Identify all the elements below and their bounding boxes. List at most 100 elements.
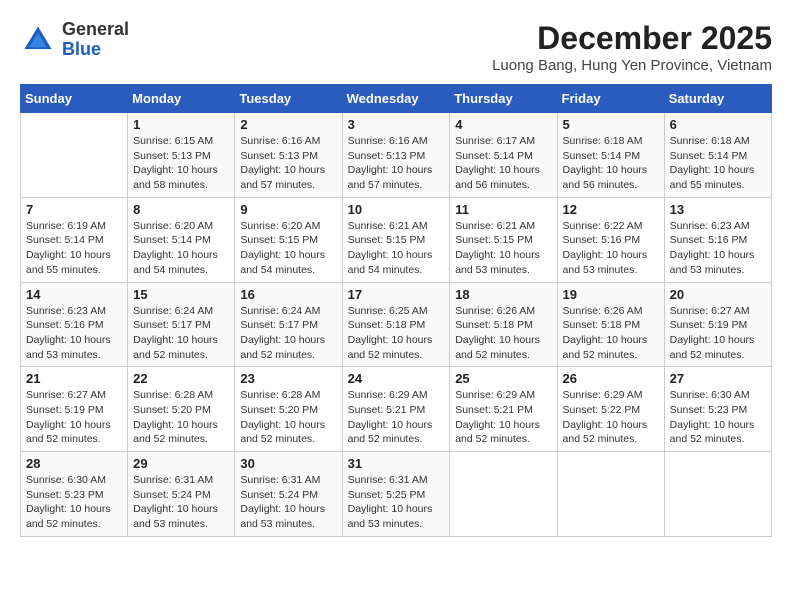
calendar-cell: 18 Sunrise: 6:26 AMSunset: 5:18 PMDayligh…: [450, 282, 557, 367]
calendar-week-4: 21Sunrise: 6:27 AMSunset: 5:19 PMDayligh…: [21, 367, 772, 452]
day-number: 27: [670, 371, 766, 386]
day-info: Sunrise: 6:28 AMSunset: 5:20 PMDaylight:…: [240, 388, 336, 447]
calendar-cell: 9 Sunrise: 6:20 AMSunset: 5:15 PMDaylight…: [235, 197, 342, 282]
day-info: Sunrise: 6:17 AMSunset: 5:14 PMDaylight:…: [455, 134, 551, 193]
day-info: Sunrise: 6:26 AMSunset: 5:18 PMDaylight:…: [455, 304, 551, 363]
calendar-cell: 2 Sunrise: 6:16 AMSunset: 5:13 PMDaylight…: [235, 113, 342, 198]
day-info: Sunrise: 6:24 AMSunset: 5:17 PMDaylight:…: [240, 304, 336, 363]
calendar-week-1: 1 Sunrise: 6:15 AMSunset: 5:13 PMDaylight…: [21, 113, 772, 198]
title-section: December 2025 Luong Bang, Hung Yen Provi…: [492, 20, 772, 74]
day-info: Sunrise: 6:20 AMSunset: 5:14 PMDaylight:…: [133, 219, 229, 278]
day-info: Sunrise: 6:16 AMSunset: 5:13 PMDaylight:…: [240, 134, 336, 193]
calendar-cell: 31 Sunrise: 6:31 AMSunset: 5:25 PMDayligh…: [342, 452, 450, 537]
calendar-cell: 19Sunrise: 6:26 AMSunset: 5:18 PMDayligh…: [557, 282, 664, 367]
calendar-cell: 21Sunrise: 6:27 AMSunset: 5:19 PMDayligh…: [21, 367, 128, 452]
calendar-cell: 12 Sunrise: 6:22 AMSunset: 5:16 PMDayligh…: [557, 197, 664, 282]
calendar-cell: 10 Sunrise: 6:21 AMSunset: 5:15 PMDayligh…: [342, 197, 450, 282]
calendar-cell: 13 Sunrise: 6:23 AMSunset: 5:16 PMDayligh…: [664, 197, 771, 282]
day-number: 16: [240, 287, 336, 302]
day-number: 4: [455, 117, 551, 132]
calendar-cell: 1 Sunrise: 6:15 AMSunset: 5:13 PMDaylight…: [128, 113, 235, 198]
day-number: 8: [133, 202, 229, 217]
calendar-cell: 5Sunrise: 6:18 AMSunset: 5:14 PMDaylight…: [557, 113, 664, 198]
day-number: 2: [240, 117, 336, 132]
day-number: 28: [26, 456, 122, 471]
calendar-cell: 7 Sunrise: 6:19 AMSunset: 5:14 PMDaylight…: [21, 197, 128, 282]
day-info: Sunrise: 6:29 AMSunset: 5:21 PMDaylight:…: [348, 388, 445, 447]
logo: General Blue: [20, 20, 129, 60]
calendar-cell: 14Sunrise: 6:23 AMSunset: 5:16 PMDayligh…: [21, 282, 128, 367]
day-number: 24: [348, 371, 445, 386]
day-number: 1: [133, 117, 229, 132]
day-info: Sunrise: 6:25 AMSunset: 5:18 PMDaylight:…: [348, 304, 445, 363]
calendar-cell: 15 Sunrise: 6:24 AMSunset: 5:17 PMDayligh…: [128, 282, 235, 367]
day-number: 11: [455, 202, 551, 217]
day-info: Sunrise: 6:24 AMSunset: 5:17 PMDaylight:…: [133, 304, 229, 363]
calendar-header: SundayMondayTuesdayWednesdayThursdayFrid…: [21, 85, 772, 113]
day-info: Sunrise: 6:16 AMSunset: 5:13 PMDaylight:…: [348, 134, 445, 193]
calendar-cell: 17 Sunrise: 6:25 AMSunset: 5:18 PMDayligh…: [342, 282, 450, 367]
calendar-cell: 16 Sunrise: 6:24 AMSunset: 5:17 PMDayligh…: [235, 282, 342, 367]
page-header: General Blue December 2025 Luong Bang, H…: [20, 20, 772, 74]
calendar-table: SundayMondayTuesdayWednesdayThursdayFrid…: [20, 84, 772, 537]
calendar-week-2: 7 Sunrise: 6:19 AMSunset: 5:14 PMDaylight…: [21, 197, 772, 282]
day-number: 3: [348, 117, 445, 132]
calendar-week-5: 28 Sunrise: 6:30 AMSunset: 5:23 PMDayligh…: [21, 452, 772, 537]
calendar-cell: [664, 452, 771, 537]
day-info: Sunrise: 6:31 AMSunset: 5:25 PMDaylight:…: [348, 473, 445, 532]
day-info: Sunrise: 6:20 AMSunset: 5:15 PMDaylight:…: [240, 219, 336, 278]
day-number: 7: [26, 202, 122, 217]
column-header-monday: Monday: [128, 85, 235, 113]
day-info: Sunrise: 6:18 AMSunset: 5:14 PMDaylight:…: [563, 134, 659, 193]
day-number: 26: [563, 371, 659, 386]
day-number: 18: [455, 287, 551, 302]
calendar-cell: 25Sunrise: 6:29 AMSunset: 5:21 PMDayligh…: [450, 367, 557, 452]
day-number: 15: [133, 287, 229, 302]
column-header-saturday: Saturday: [664, 85, 771, 113]
calendar-week-3: 14Sunrise: 6:23 AMSunset: 5:16 PMDayligh…: [21, 282, 772, 367]
day-info: Sunrise: 6:15 AMSunset: 5:13 PMDaylight:…: [133, 134, 229, 193]
day-number: 12: [563, 202, 659, 217]
logo-icon: [20, 22, 56, 58]
day-info: Sunrise: 6:19 AMSunset: 5:14 PMDaylight:…: [26, 219, 122, 278]
calendar-cell: 3 Sunrise: 6:16 AMSunset: 5:13 PMDaylight…: [342, 113, 450, 198]
calendar-cell: [21, 113, 128, 198]
day-number: 13: [670, 202, 766, 217]
day-number: 10: [348, 202, 445, 217]
calendar-cell: 20Sunrise: 6:27 AMSunset: 5:19 PMDayligh…: [664, 282, 771, 367]
day-number: 30: [240, 456, 336, 471]
column-header-thursday: Thursday: [450, 85, 557, 113]
calendar-cell: 26 Sunrise: 6:29 AMSunset: 5:22 PMDayligh…: [557, 367, 664, 452]
day-number: 23: [240, 371, 336, 386]
calendar-cell: 8 Sunrise: 6:20 AMSunset: 5:14 PMDaylight…: [128, 197, 235, 282]
calendar-cell: 22Sunrise: 6:28 AMSunset: 5:20 PMDayligh…: [128, 367, 235, 452]
day-number: 31: [348, 456, 445, 471]
calendar-cell: 30 Sunrise: 6:31 AMSunset: 5:24 PMDayligh…: [235, 452, 342, 537]
calendar-cell: 23 Sunrise: 6:28 AMSunset: 5:20 PMDayligh…: [235, 367, 342, 452]
calendar-cell: 27Sunrise: 6:30 AMSunset: 5:23 PMDayligh…: [664, 367, 771, 452]
calendar-cell: 24 Sunrise: 6:29 AMSunset: 5:21 PMDayligh…: [342, 367, 450, 452]
day-number: 17: [348, 287, 445, 302]
calendar-cell: [450, 452, 557, 537]
calendar-cell: [557, 452, 664, 537]
location-title: Luong Bang, Hung Yen Province, Vietnam: [492, 57, 772, 74]
day-info: Sunrise: 6:31 AMSunset: 5:24 PMDaylight:…: [133, 473, 229, 532]
day-number: 14: [26, 287, 122, 302]
day-number: 6: [670, 117, 766, 132]
calendar-cell: 29 Sunrise: 6:31 AMSunset: 5:24 PMDayligh…: [128, 452, 235, 537]
day-info: Sunrise: 6:31 AMSunset: 5:24 PMDaylight:…: [240, 473, 336, 532]
day-info: Sunrise: 6:23 AMSunset: 5:16 PMDaylight:…: [670, 219, 766, 278]
day-info: Sunrise: 6:18 AMSunset: 5:14 PMDaylight:…: [670, 134, 766, 193]
calendar-cell: 11Sunrise: 6:21 AMSunset: 5:15 PMDayligh…: [450, 197, 557, 282]
day-info: Sunrise: 6:29 AMSunset: 5:22 PMDaylight:…: [563, 388, 659, 447]
column-header-friday: Friday: [557, 85, 664, 113]
day-number: 25: [455, 371, 551, 386]
day-info: Sunrise: 6:30 AMSunset: 5:23 PMDaylight:…: [26, 473, 122, 532]
day-number: 9: [240, 202, 336, 217]
day-info: Sunrise: 6:27 AMSunset: 5:19 PMDaylight:…: [670, 304, 766, 363]
day-info: Sunrise: 6:27 AMSunset: 5:19 PMDaylight:…: [26, 388, 122, 447]
day-info: Sunrise: 6:21 AMSunset: 5:15 PMDaylight:…: [348, 219, 445, 278]
logo-text: General Blue: [62, 20, 129, 60]
day-info: Sunrise: 6:22 AMSunset: 5:16 PMDaylight:…: [563, 219, 659, 278]
day-number: 29: [133, 456, 229, 471]
